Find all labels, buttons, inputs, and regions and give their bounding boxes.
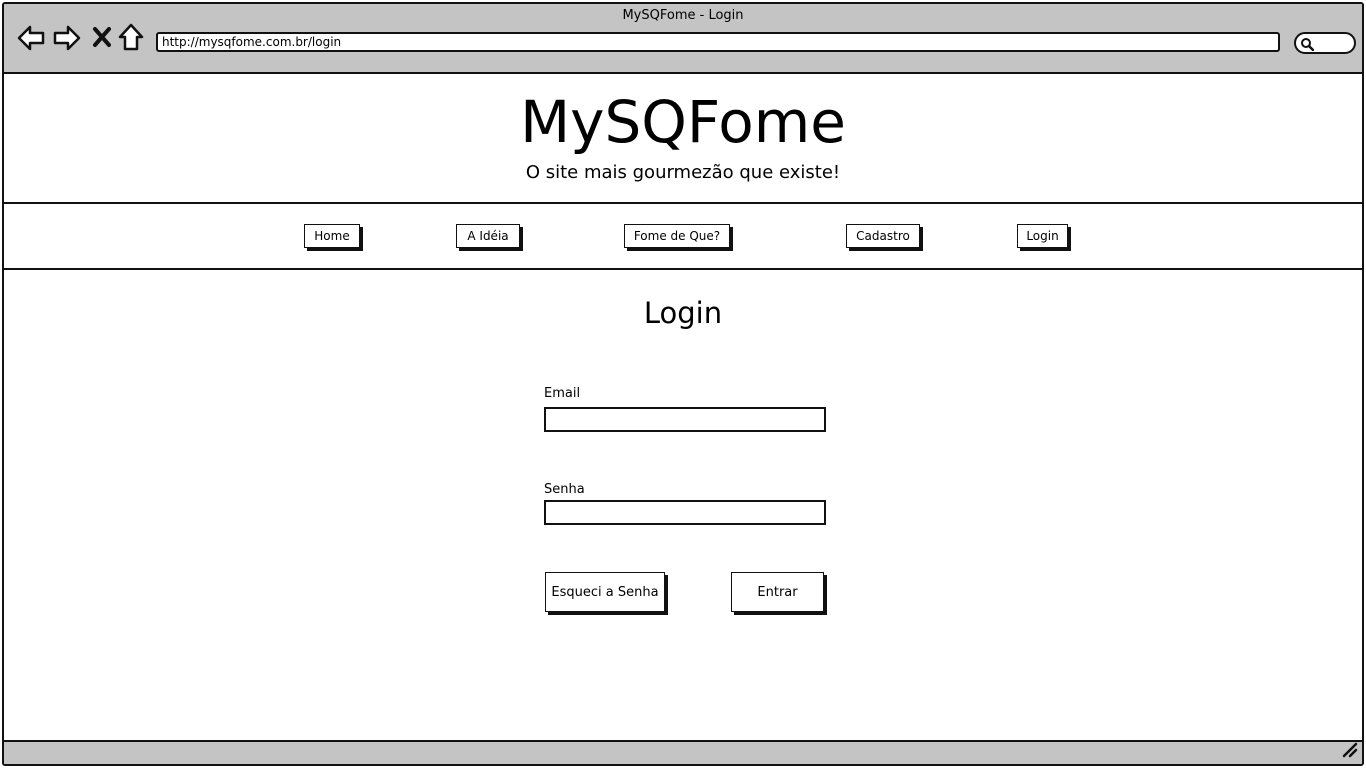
search-icon xyxy=(1301,38,1314,51)
nav-fome-de-que[interactable]: Fome de Que? xyxy=(624,224,730,248)
nav-home[interactable]: Home xyxy=(304,224,360,248)
site-header: MySQFome O site mais gourmezão que exist… xyxy=(4,74,1362,202)
password-label: Senha xyxy=(544,482,585,497)
stop-icon[interactable] xyxy=(92,26,112,52)
address-bar[interactable]: http://mysqfome.com.br/login xyxy=(156,32,1280,52)
back-arrow-icon[interactable] xyxy=(16,24,46,56)
forgot-password-button[interactable]: Esqueci a Senha xyxy=(545,572,665,612)
window-title: MySQFome - Login xyxy=(622,8,744,23)
home-icon[interactable] xyxy=(118,23,144,55)
resize-grip-icon[interactable] xyxy=(1342,742,1358,762)
login-heading: Login xyxy=(643,296,723,330)
nav-cadastro[interactable]: Cadastro xyxy=(846,224,920,248)
main-navigation: Home A Idéia Fome de Que? Cadastro Login xyxy=(4,202,1362,270)
email-field[interactable] xyxy=(544,407,826,432)
site-title: MySQFome xyxy=(520,88,846,156)
nav-login[interactable]: Login xyxy=(1017,224,1068,248)
nav-a-ideia[interactable]: A Idéia xyxy=(456,224,520,248)
status-bar xyxy=(4,740,1362,764)
submit-button[interactable]: Entrar xyxy=(731,572,824,612)
email-label: Email xyxy=(544,386,581,401)
browser-toolbar: MySQFome - Login http://mysqfome.com.br/… xyxy=(4,4,1362,74)
browser-window: MySQFome - Login http://mysqfome.com.br/… xyxy=(2,2,1364,766)
site-subtitle: O site mais gourmezão que existe! xyxy=(525,162,841,183)
password-field[interactable] xyxy=(544,500,826,525)
url-text: http://mysqfome.com.br/login xyxy=(162,35,342,49)
forward-arrow-icon[interactable] xyxy=(52,24,82,56)
browser-search-box[interactable] xyxy=(1294,32,1356,54)
